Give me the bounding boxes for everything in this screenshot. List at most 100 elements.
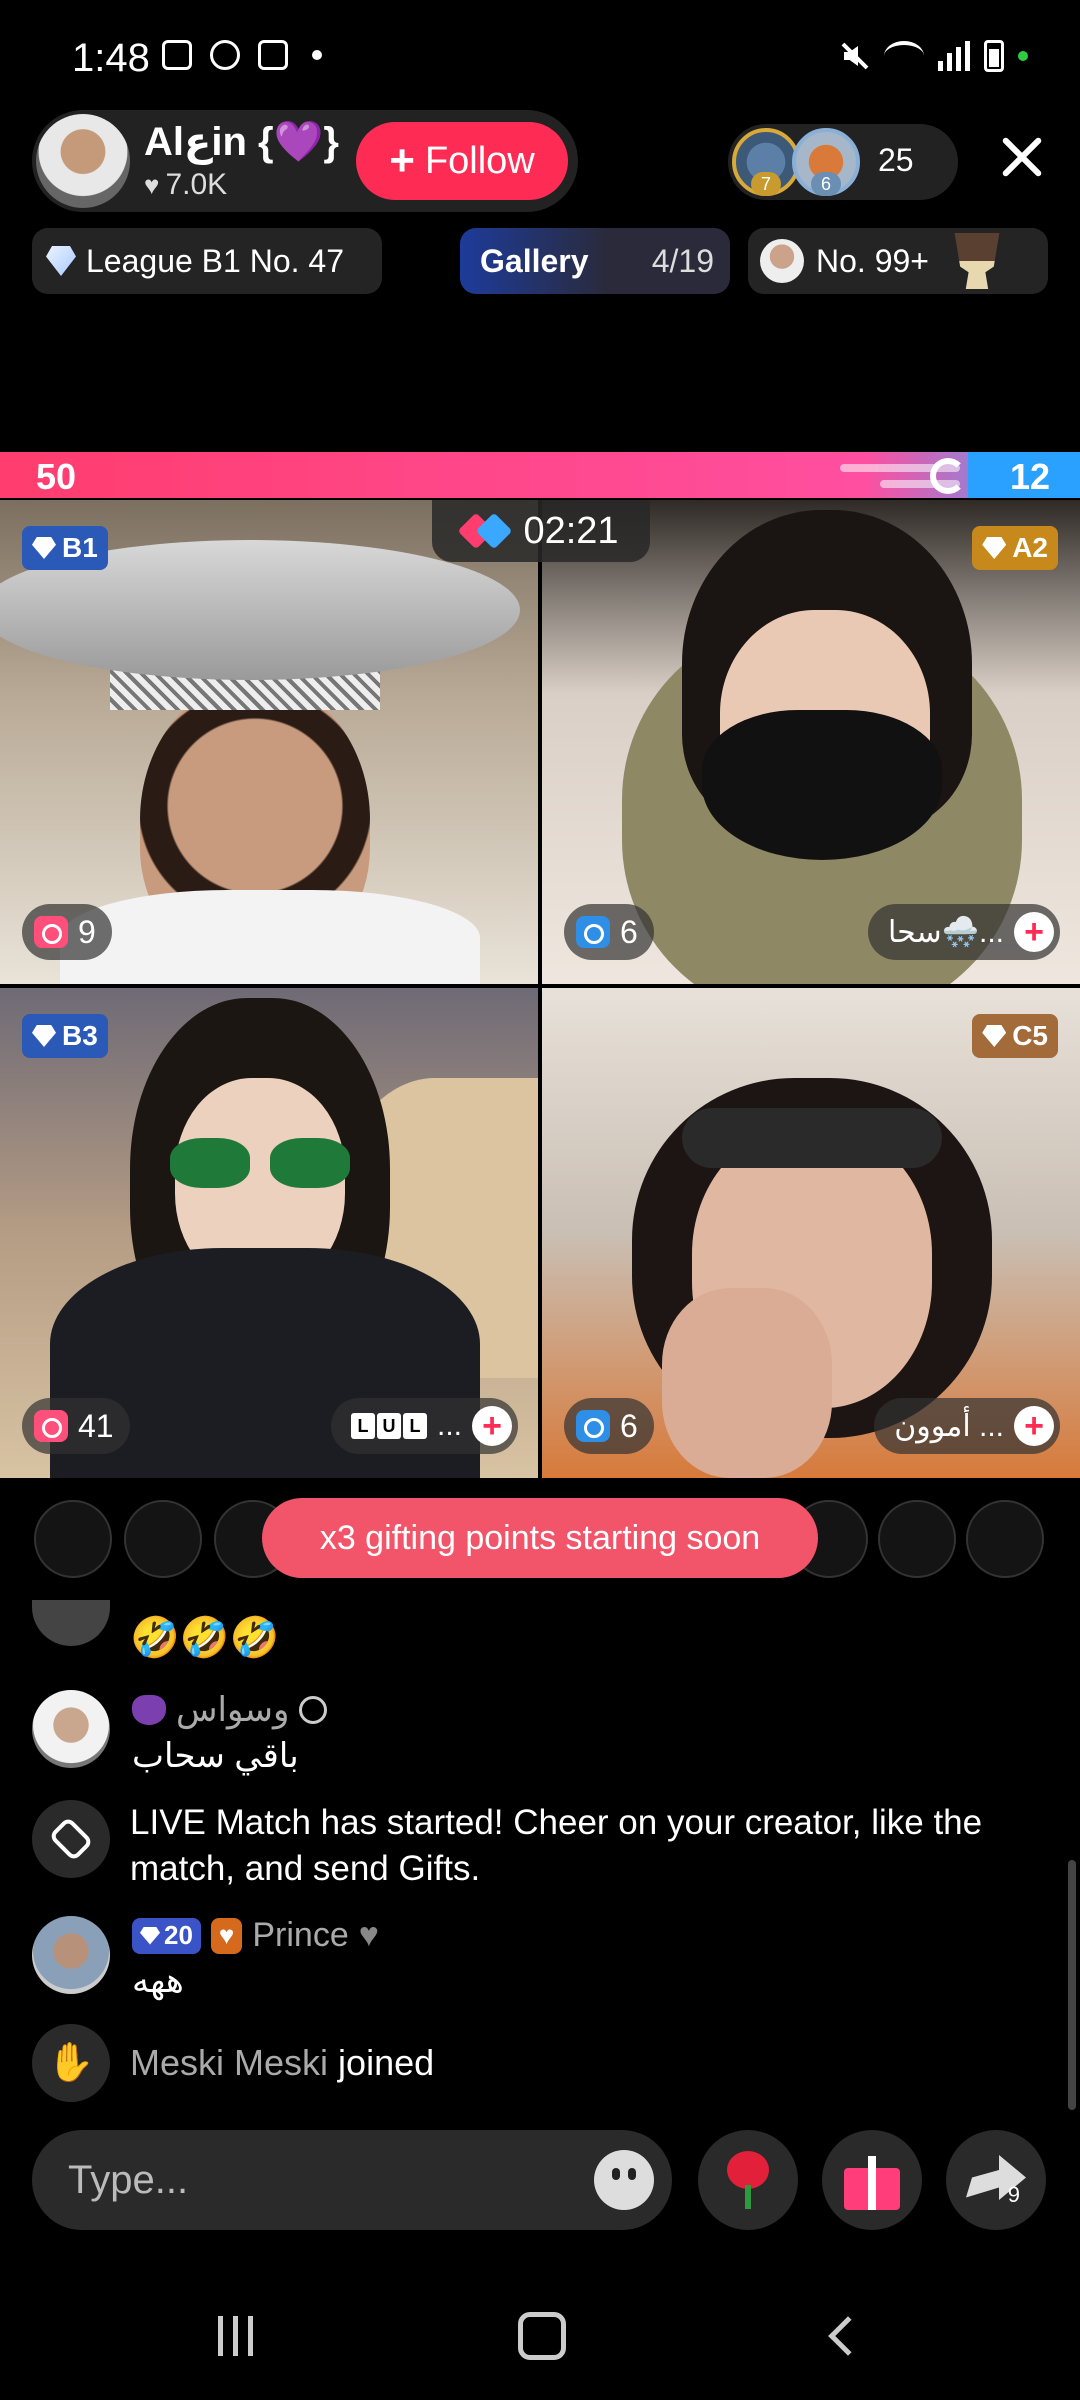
chat-scrollbar[interactable]	[1068, 1860, 1076, 2110]
status-time: 1:48	[72, 36, 150, 80]
follow-guest-plus-icon[interactable]: +	[1014, 912, 1054, 952]
share-button[interactable]: 9	[946, 2130, 1046, 2230]
plus-icon: +	[389, 136, 415, 185]
tile-likes: 41	[22, 1398, 130, 1454]
joined-label: joined	[338, 2042, 435, 2083]
join-text: Meski Meski joined	[130, 2042, 434, 2084]
video-tile-1[interactable]: B1 9	[0, 500, 538, 984]
gifting-points-banner[interactable]: x3 gifting points starting soon	[262, 1498, 818, 1578]
guest-name-boxes: L U L	[350, 1413, 427, 1439]
league-label: League B1 No. 47	[86, 242, 344, 279]
rank-avatar	[760, 239, 804, 283]
fan-badge-icon: ♥	[210, 1917, 243, 1954]
tier-badge: B1	[22, 526, 108, 570]
rank-chip[interactable]: No. 99+	[748, 228, 1048, 294]
gallery-chip[interactable]: Gallery 4/19	[460, 228, 730, 294]
rose-gift-button[interactable]	[698, 2130, 798, 2230]
gift-trophy-icon	[954, 233, 1000, 289]
privacy-indicator-dot	[1018, 51, 1028, 61]
tile-name-pill[interactable]: أموون ... +	[874, 1398, 1060, 1454]
gem-icon	[140, 1926, 160, 1945]
supporter-avatar[interactable]	[878, 1500, 956, 1578]
user-level: 20	[164, 1920, 193, 1950]
share-count: 9	[1007, 2182, 1020, 2207]
comment-input[interactable]: Type...	[32, 2130, 672, 2230]
status-notification-icons	[162, 40, 322, 70]
score-right: 12	[1009, 456, 1050, 497]
top-viewer-avatar[interactable]: 7	[732, 128, 800, 196]
supporter-avatar[interactable]	[124, 1500, 202, 1578]
team-icon	[299, 1696, 328, 1724]
wave-hand-icon: ✋	[32, 2024, 110, 2102]
chat-username[interactable]: وسواس	[176, 1690, 289, 1730]
score-left: 50	[36, 456, 77, 497]
recent-apps-icon[interactable]	[218, 2316, 253, 2356]
camera-likes-icon	[576, 916, 610, 948]
status-bar: 1:48	[0, 0, 1080, 120]
gallery-label: Gallery	[480, 242, 589, 279]
tile-likes-count: 9	[78, 913, 96, 950]
host-avatar[interactable]	[36, 114, 130, 208]
devil-emoji-icon	[132, 1695, 166, 1725]
tier-label: A2	[1012, 532, 1048, 563]
close-button[interactable]	[992, 128, 1052, 188]
tile-name-pill[interactable]: سحا🌨️... +	[867, 904, 1060, 960]
heart-icon: ♥	[144, 169, 160, 200]
camera-likes-icon	[576, 1410, 610, 1442]
viewer-count[interactable]: 25	[878, 142, 914, 179]
chat-avatar[interactable]	[32, 1916, 110, 1994]
chat-avatar[interactable]	[32, 1600, 110, 1646]
home-icon[interactable]	[518, 2312, 566, 2360]
tile-likes-count: 6	[620, 1407, 638, 1444]
tier-badge: B3	[22, 1014, 108, 1058]
chat-message	[32, 1600, 110, 1646]
tile-likes: 6	[564, 1398, 654, 1454]
rank-label: No. 99+	[816, 242, 929, 279]
video-tile-4[interactable]: C5 6 أموون ... +	[542, 988, 1080, 1478]
chat-emoji-line: 🤣🤣🤣	[130, 1616, 280, 1660]
diamond-icon	[46, 246, 76, 276]
video-detail	[662, 1288, 832, 1478]
chat-username[interactable]: Prince	[252, 1916, 348, 1955]
tile-guest-name: ...	[436, 1409, 462, 1442]
chat-text: ههه	[132, 1962, 184, 2000]
system-nav-bar	[0, 2260, 1080, 2400]
host-likes: ♥ 7.0K	[144, 168, 227, 202]
supporter-avatar[interactable]	[966, 1500, 1044, 1578]
gem-icon	[982, 1025, 1007, 1047]
video-tile-3[interactable]: B3 41 L U L ... +	[0, 988, 538, 1478]
tile-name-pill[interactable]: L U L ... +	[330, 1398, 518, 1454]
follow-guest-plus-icon[interactable]: +	[472, 1406, 512, 1446]
follow-guest-plus-icon[interactable]: +	[1014, 1406, 1054, 1446]
system-message: LIVE Match has started! Cheer on your cr…	[32, 1800, 1010, 1892]
rose-icon	[723, 2151, 773, 2209]
host-likes-count: 7.0K	[165, 168, 228, 201]
status-system-icons	[838, 40, 1028, 72]
chat-body: 20 ♥ Prince ♥ ههه	[132, 1916, 379, 2001]
screenshot-icon	[258, 40, 288, 70]
video-tile-2[interactable]: A2 6 سحا🌨️... +	[542, 500, 1080, 984]
match-timer: 02:21	[432, 500, 650, 562]
joined-username[interactable]: Meski Meski	[130, 2042, 328, 2083]
gray-heart-icon: ♥	[358, 1916, 379, 1954]
back-icon[interactable]	[828, 2316, 868, 2356]
top-viewer-avatar[interactable]: 6	[792, 128, 860, 196]
live-match-icon	[32, 1800, 110, 1878]
emoji-icon[interactable]	[594, 2150, 654, 2210]
supporter-avatar[interactable]	[34, 1500, 112, 1578]
chat-avatar[interactable]	[32, 1690, 110, 1768]
tier-label: B3	[62, 1020, 98, 1051]
chat-body: وسواس باقي سحاب	[132, 1690, 328, 1776]
league-chip[interactable]: League B1 No. 47	[32, 228, 382, 294]
follow-button[interactable]: + Follow	[356, 122, 568, 200]
viewer-rank-badge: 7	[751, 172, 781, 196]
comment-placeholder: Type...	[68, 2158, 189, 2202]
match-score-bar: 50 12	[0, 452, 1080, 498]
gift-button[interactable]	[822, 2130, 922, 2230]
gem-icon	[982, 537, 1007, 559]
top-viewers[interactable]: 7 6 25	[728, 124, 958, 200]
chat-username-row: 20 ♥ Prince ♥	[132, 1916, 379, 1955]
viewer-rank-badge: 6	[811, 172, 841, 196]
system-message-text: LIVE Match has started! Cheer on your cr…	[130, 1803, 983, 1888]
mute-icon	[838, 40, 870, 72]
